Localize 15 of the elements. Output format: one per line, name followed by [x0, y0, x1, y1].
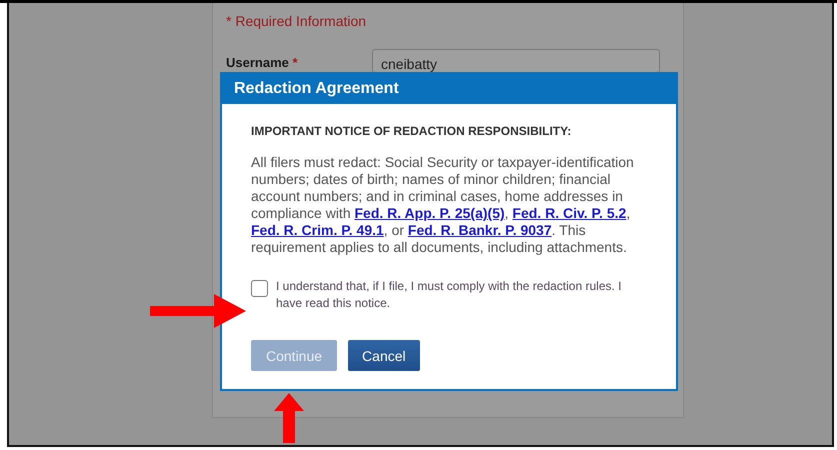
rule-link[interactable]: Fed. R. Civ. P. 5.2: [512, 205, 626, 221]
up-arrow-icon: [274, 393, 304, 443]
rule-link[interactable]: Fed. R. Bankr. P. 9037: [408, 222, 552, 238]
cancel-button[interactable]: Cancel: [348, 340, 420, 371]
notice-paragraph: All filers must redact: Social Security or taxpayer-identification numbers; dates of birth; names of minor children; financial account numbers; and in criminal cases, home addresses in compliance with Fed. R. App. P. 25(a)(5), Fed. R. Civ. P. 5.2, Fed. R. Crim. P. 49.1, or Fed. R. Bankr. P. 9037. This requirement applies to all documents, including attachments.: [251, 154, 635, 256]
username-label: Username *: [226, 54, 299, 70]
notice-heading: IMPORTANT NOTICE OF REDACTION RESPONSIBILITY:: [251, 124, 572, 138]
required-note: * Required Information: [226, 13, 368, 29]
agreement-label: I understand that, if I file, I must comply with the redaction rules. I have read this notice.: [276, 278, 622, 312]
dialog-title: Redaction Agreement: [222, 74, 676, 104]
right-arrow-icon: [150, 294, 246, 328]
agreement-checkbox[interactable]: [251, 280, 268, 297]
rule-link[interactable]: Fed. R. Crim. P. 49.1: [251, 222, 384, 238]
username-field[interactable]: cneibatty: [372, 49, 660, 73]
rule-link[interactable]: Fed. R. App. P. 25(a)(5): [354, 205, 505, 221]
